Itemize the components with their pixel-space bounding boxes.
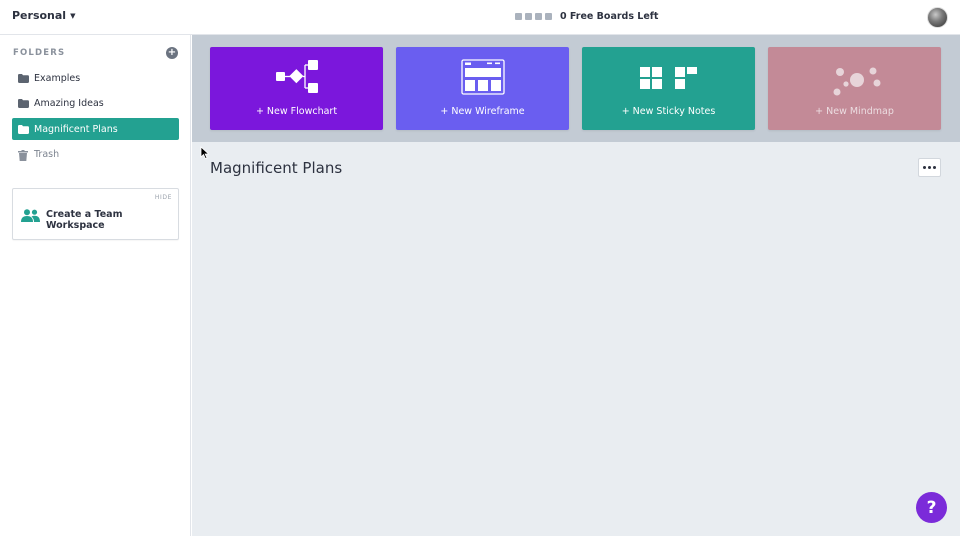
board-slot-icon [515, 13, 522, 20]
hide-link[interactable]: HIDE [155, 194, 172, 201]
sidebar-item-label: Magnificent Plans [34, 123, 118, 135]
new-sticky-notes-tile[interactable]: + New Sticky Notes [582, 47, 755, 130]
avatar[interactable] [927, 7, 948, 28]
dot-icon [928, 166, 931, 169]
trash-icon [18, 150, 29, 161]
mindmap-icon [768, 59, 941, 99]
sidebar-item-examples[interactable]: Examples [12, 67, 179, 89]
board-slot-icon [525, 13, 532, 20]
sidebar-item-magnificent-plans[interactable]: Magnificent Plans [12, 118, 179, 140]
folder-icon [18, 74, 29, 83]
help-button[interactable]: ? [916, 492, 947, 523]
mouse-cursor-icon [200, 145, 210, 164]
tile-label: + New Sticky Notes [621, 106, 716, 117]
new-wireframe-tile[interactable]: + New Wireframe [396, 47, 569, 130]
sidebar-item-label: Amazing Ideas [34, 97, 104, 109]
free-boards-text: 0 Free Boards Left [560, 11, 659, 22]
sidebar-item-label: Examples [34, 72, 81, 84]
workspace-label: Personal [12, 9, 67, 22]
workspace-dropdown[interactable]: Personal ▼ [12, 9, 75, 22]
add-folder-button[interactable]: + [166, 47, 178, 59]
new-board-tiles: + New Flowchart + New Wireframe + New St… [192, 35, 960, 142]
wireframe-icon [396, 59, 569, 95]
flowchart-icon [210, 59, 383, 95]
free-boards-indicator: 0 Free Boards Left [515, 11, 658, 22]
sidebar-item-trash[interactable]: Trash [12, 143, 179, 165]
new-mindmap-tile[interactable]: + New Mindmap [768, 47, 941, 130]
top-bar: Personal ▼ 0 Free Boards Left [0, 0, 960, 35]
tile-label: + New Mindmap [815, 106, 894, 117]
dot-icon [923, 166, 926, 169]
more-options-button[interactable] [918, 158, 941, 177]
folder-icon [18, 125, 29, 134]
dot-icon [933, 166, 936, 169]
sidebar: FOLDERS + Examples Amazing Ideas Magnifi… [0, 35, 191, 536]
sidebar-item-label: Trash [34, 148, 60, 160]
tile-label: + New Wireframe [440, 106, 525, 117]
team-workspace-card[interactable]: HIDE Create a Team Workspace [12, 188, 179, 240]
folders-header: FOLDERS [13, 48, 66, 58]
new-flowchart-tile[interactable]: + New Flowchart [210, 47, 383, 130]
team-users-icon [21, 207, 40, 226]
board-slot-icon [545, 13, 552, 20]
board-slot-icon [535, 13, 542, 20]
page-title: Magnificent Plans [210, 159, 343, 177]
main-content: + New Flowchart + New Wireframe + New St… [192, 35, 960, 536]
sidebar-item-amazing-ideas[interactable]: Amazing Ideas [12, 92, 179, 114]
create-team-workspace-label: Create a Team Workspace [46, 209, 123, 231]
sticky-notes-icon [582, 59, 755, 95]
tile-label: + New Flowchart [255, 106, 338, 117]
chevron-down-icon: ▼ [70, 11, 76, 20]
folder-icon [18, 99, 29, 108]
